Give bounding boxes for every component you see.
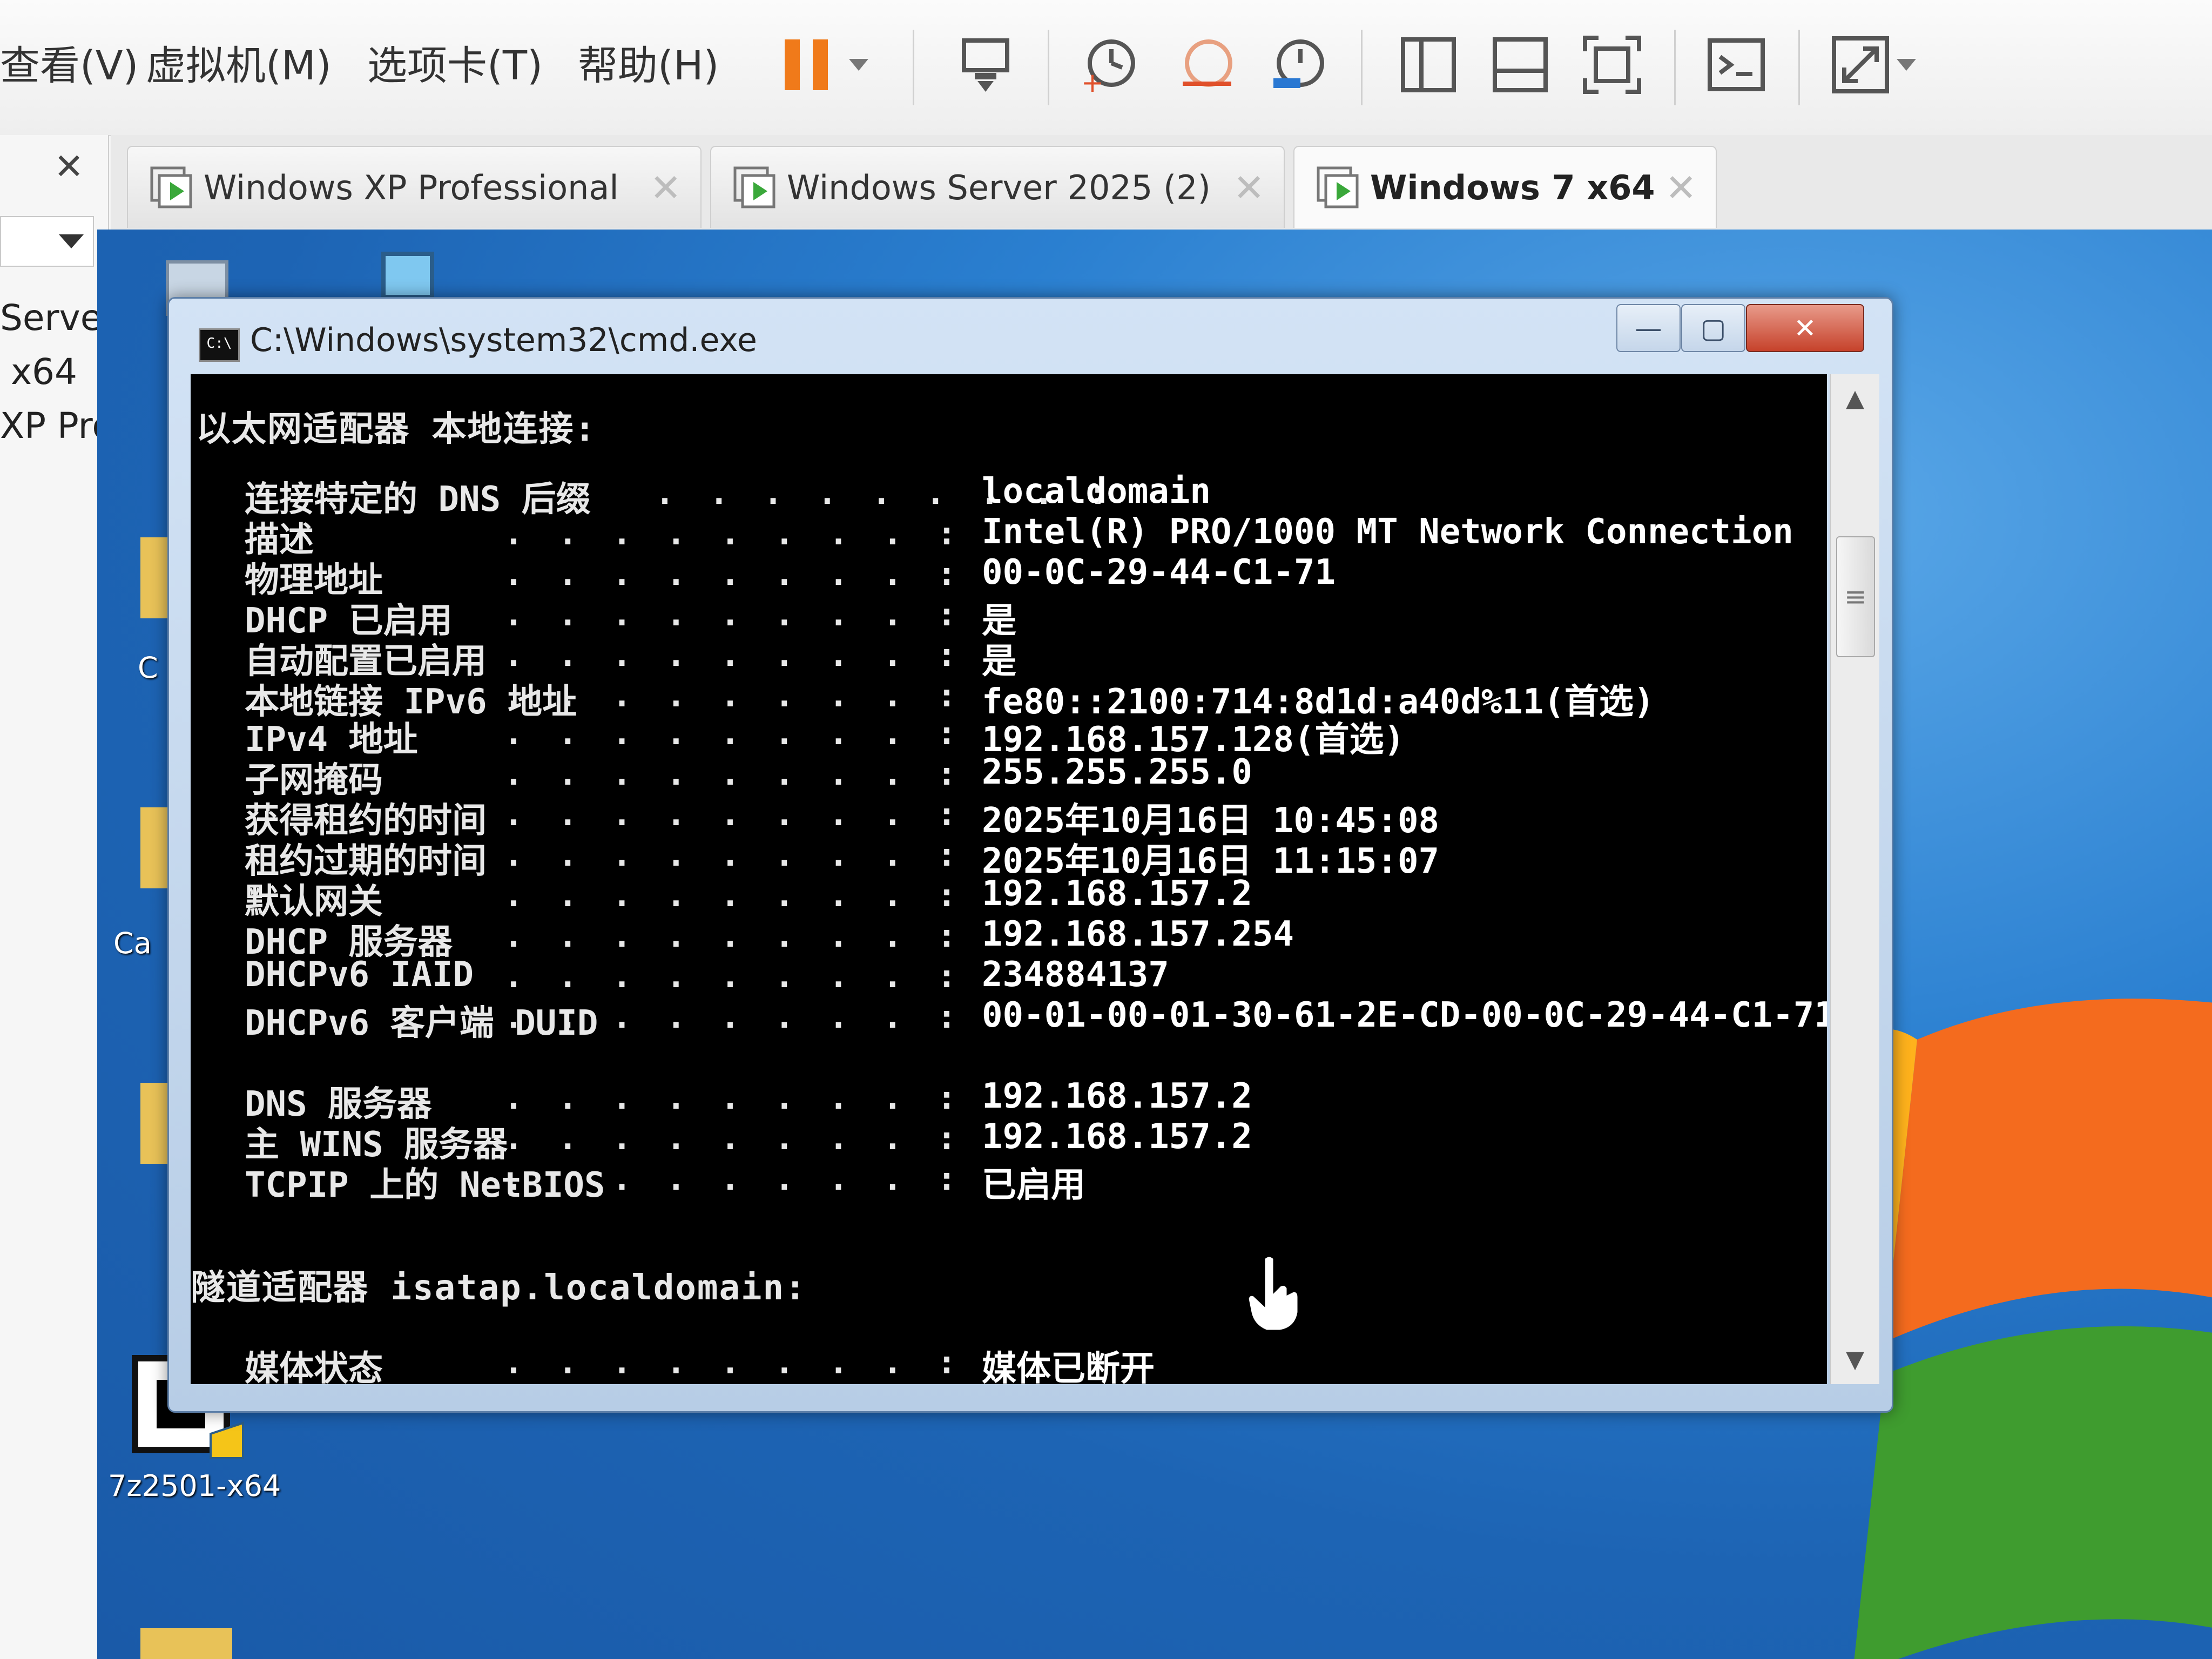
vertical-scrollbar[interactable]: ▲ ≡ ▼ (1830, 374, 1879, 1384)
toolbar-divider (913, 30, 914, 105)
row-dots: . . . . . . . . : (504, 1344, 965, 1381)
row-dots: . . . . . . . . : (504, 1160, 965, 1198)
dropdown-arrow-icon[interactable] (1890, 30, 1923, 100)
maximize-button[interactable]: ▢ (1681, 304, 1745, 352)
row-dots: . . . . . . . . : (504, 636, 965, 674)
snapshot-manager-icon[interactable] (1264, 30, 1334, 100)
row-value: 192.168.157.2 (982, 1076, 1252, 1116)
row-value: 192.168.157.2 (982, 1117, 1252, 1157)
row-label: 媒体状态 (245, 1349, 383, 1384)
tab-windows-xp[interactable]: Windows XP Professional ✕ (127, 146, 702, 228)
row-dots: . . . . . . . . : (504, 515, 965, 552)
vm-icon (1316, 166, 1359, 209)
toolbar-divider (1048, 30, 1049, 105)
row-value: 255.255.255.0 (982, 752, 1252, 792)
tab-label: Windows XP Professional (204, 167, 619, 207)
row-value: 192.168.157.2 (982, 874, 1252, 914)
windows-flag-logo (1852, 999, 2212, 1659)
row-dots: . . . . . . . . : (504, 714, 965, 752)
menu-tabs[interactable]: 选项卡(T) (367, 33, 543, 91)
minimize-button[interactable]: — (1616, 304, 1681, 352)
cmd-window: C:\ C:\Windows\system32\cmd.exe — ▢ ✕ 以太… (167, 297, 1893, 1413)
row-dots: . . . . . . . . : (504, 836, 965, 874)
row-value: 192.168.157.254 (982, 914, 1294, 954)
scroll-up-arrow-icon[interactable]: ▲ (1831, 374, 1879, 423)
desktop-icon-label: C (138, 651, 158, 685)
close-icon[interactable]: ✕ (650, 166, 682, 210)
row-dots: . . . . . . . . : (504, 1079, 965, 1117)
desktop-icon-label: 7z2501-x64 (108, 1469, 281, 1503)
vm-icon (733, 166, 776, 209)
row-dots: . . . . . . . . : (504, 596, 965, 633)
toolbar-divider (1798, 30, 1800, 105)
full-screen-icon[interactable] (1577, 30, 1647, 100)
scroll-down-arrow-icon[interactable]: ▼ (1831, 1336, 1879, 1384)
menu-view[interactable]: 查看(V) (0, 33, 138, 91)
hand-cursor-icon (1246, 1254, 1300, 1333)
window-titlebar[interactable]: C:\ C:\Windows\system32\cmd.exe — ▢ ✕ (169, 299, 1892, 369)
pause-icon[interactable] (772, 30, 842, 100)
close-icon[interactable]: ✕ (1233, 166, 1265, 210)
revert-snapshot-icon[interactable] (1172, 30, 1242, 100)
library-item[interactable]: x64 (0, 351, 97, 405)
toolbar-divider (1674, 30, 1676, 105)
scroll-thumb[interactable]: ≡ (1836, 536, 1875, 657)
dropdown-arrow-icon[interactable] (842, 30, 875, 100)
show-library-icon[interactable] (1393, 30, 1464, 100)
row-dots: . . . . . . . . : (504, 555, 965, 593)
library-list: Server x64 XP Pro (0, 297, 97, 459)
row-value: localdomain (982, 471, 1211, 511)
adapter-header: 以太网适配器 本地连接: (196, 409, 597, 449)
row-value: 已启用 (982, 1165, 1085, 1205)
unity-stretch-icon[interactable] (1825, 30, 1896, 100)
tab-windows-server-2025[interactable]: Windows Server 2025 (2) ✕ (710, 146, 1285, 228)
vmware-toolbar: 查看(V) 虚拟机(M) 选项卡(T) 帮助(H) + (0, 0, 2212, 136)
snapshot-icon[interactable]: + (1075, 30, 1145, 100)
close-icon[interactable]: ✕ (1665, 166, 1697, 210)
close-button[interactable]: ✕ (1746, 304, 1864, 352)
row-dots: . . . . . . . . : (504, 755, 965, 793)
row-value: 媒体已断开 (982, 1349, 1155, 1384)
row-dots: . . . . . . . . : (504, 917, 965, 955)
library-filter-dropdown[interactable] (0, 216, 94, 267)
vm-tab-bar: Windows XP Professional ✕ Windows Server… (111, 135, 2212, 230)
row-dots: . . . . . . . . : (504, 998, 965, 1036)
send-ctrl-alt-del-icon[interactable] (950, 30, 1021, 100)
row-value: Intel(R) PRO/1000 MT Network Connection (982, 512, 1793, 552)
svg-text:+: + (1081, 67, 1104, 95)
adapter-header: 隧道适配器 isatap.localdomain: (191, 1268, 807, 1308)
tab-label: Windows 7 x64 (1370, 167, 1655, 207)
library-item[interactable]: XP Pro (0, 405, 97, 459)
desktop-icon-label: Ca (113, 926, 152, 960)
folder-icon[interactable] (140, 1612, 232, 1659)
vm-icon (150, 166, 193, 209)
toolbar-divider (1361, 30, 1363, 105)
row-dots: . . . . . . . . : (504, 1120, 965, 1157)
row-dots: . . . . . . . . : (504, 795, 965, 833)
menu-help[interactable]: 帮助(H) (578, 33, 719, 91)
menu-vm[interactable]: 虚拟机(M) (146, 33, 332, 91)
row-value: 234884137 (982, 955, 1169, 995)
tab-label: Windows Server 2025 (2) (787, 167, 1211, 207)
row-value: 00-0C-29-44-C1-71 (982, 552, 1336, 592)
window-title: C:\Windows\system32\cmd.exe (250, 321, 757, 359)
row-value: 00-01-00-01-30-61-2E-CD-00-0C-29-44-C1-7… (982, 995, 1827, 1035)
console-output[interactable]: 以太网适配器 本地连接: 连接特定的 DNS 后缀. . . . . . . .… (191, 374, 1827, 1384)
close-icon[interactable]: ✕ (54, 146, 84, 187)
tab-windows-7-x64[interactable]: Windows 7 x64 ✕ (1293, 146, 1717, 228)
row-dots: . . . . . . . . : (504, 957, 965, 995)
library-item[interactable]: Server (0, 297, 97, 351)
library-panel: ✕ Server x64 XP Pro (0, 135, 109, 1659)
cmd-icon: C:\ (199, 328, 240, 362)
row-dots: . . . . . . . . : (504, 876, 965, 914)
thumbnail-bar-icon[interactable] (1485, 30, 1555, 100)
row-dots: . . . . . . . . : (504, 677, 965, 714)
row-label: DHCPv6 IAID (245, 955, 474, 995)
console-icon[interactable] (1701, 30, 1771, 100)
